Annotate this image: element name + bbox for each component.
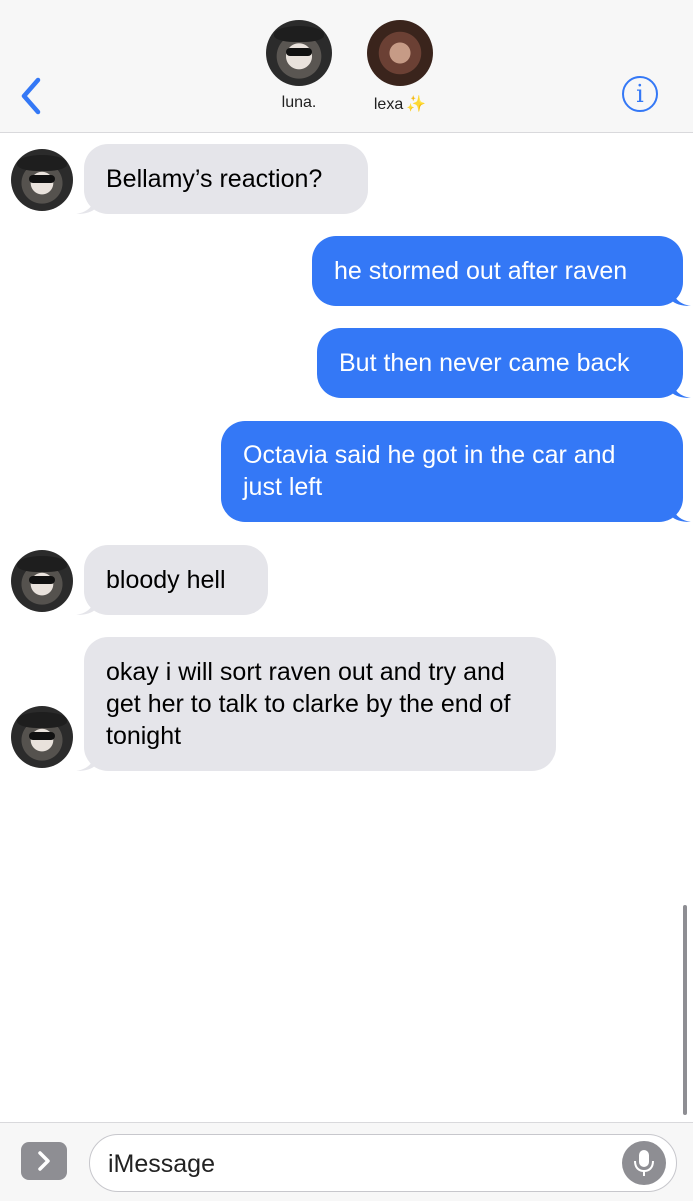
- message-thread[interactable]: Bellamy’s reaction? he stormed out after…: [0, 132, 693, 1122]
- conversation-header: luna. lexa ✨ i: [0, 0, 693, 133]
- message-text: Bellamy’s reaction?: [106, 165, 323, 193]
- bubble-tail: [671, 378, 691, 398]
- sparkle-icon: ✨: [406, 96, 427, 113]
- incoming-message[interactable]: okay i will sort raven out and try and g…: [76, 637, 556, 771]
- bubble-tail: [671, 286, 691, 306]
- message-input[interactable]: [106, 1141, 610, 1187]
- bubble-tail: [671, 502, 691, 522]
- back-button[interactable]: [14, 74, 50, 118]
- incoming-message[interactable]: Bellamy’s reaction?: [76, 144, 368, 214]
- contact-photo: [266, 20, 332, 86]
- chevron-right-icon: [38, 1151, 50, 1171]
- message-text: bloody hell: [106, 566, 226, 594]
- bubble-tail: [76, 595, 96, 615]
- sender-avatar: [11, 149, 73, 211]
- compose-bar: [0, 1122, 693, 1201]
- sender-avatar: [11, 550, 73, 612]
- microphone-icon: [634, 1150, 654, 1176]
- outgoing-message[interactable]: he stormed out after raven: [312, 236, 691, 306]
- bubble-tail: [76, 194, 96, 214]
- info-button[interactable]: i: [622, 76, 658, 112]
- bubble-tail: [76, 751, 96, 771]
- contact-luna[interactable]: luna.: [259, 20, 339, 112]
- outgoing-message[interactable]: But then never came back: [317, 328, 691, 398]
- message-text: Octavia said he got in the car and just …: [243, 441, 616, 501]
- message-text: okay i will sort raven out and try and g…: [106, 658, 511, 750]
- info-icon: i: [636, 80, 644, 108]
- contact-lexa[interactable]: lexa ✨: [360, 20, 440, 114]
- outgoing-message[interactable]: Octavia said he got in the car and just …: [221, 421, 691, 522]
- message-text: But then never came back: [339, 349, 630, 377]
- scrollbar[interactable]: [683, 905, 687, 1115]
- message-field[interactable]: [89, 1134, 677, 1192]
- contact-name: lexa: [373, 96, 404, 113]
- apps-button[interactable]: [21, 1142, 67, 1180]
- message-text: he stormed out after raven: [334, 257, 628, 285]
- contact-photo: [367, 20, 433, 86]
- incoming-message[interactable]: bloody hell: [76, 545, 268, 615]
- chevron-left-icon: [21, 77, 41, 115]
- contact-name: luna.: [281, 94, 317, 111]
- sender-avatar: [11, 706, 73, 768]
- dictation-button[interactable]: [622, 1141, 666, 1185]
